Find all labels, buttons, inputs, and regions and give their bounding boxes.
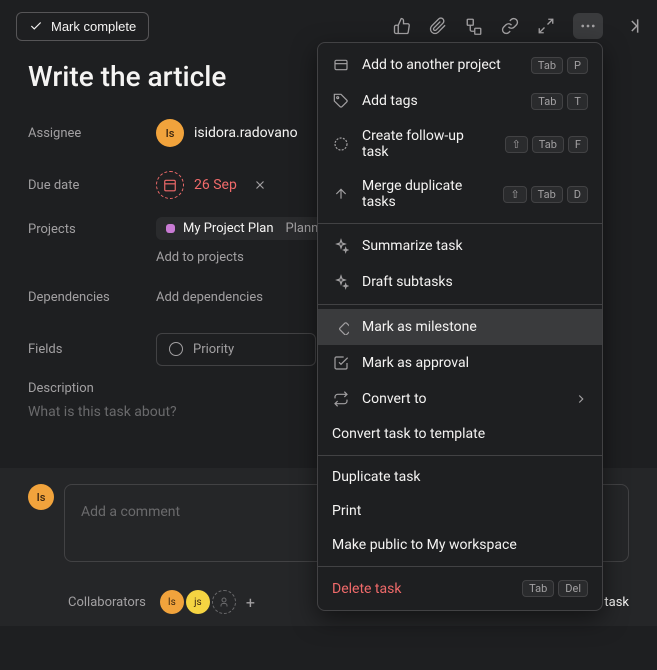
collaborator-avatar[interactable]: Is bbox=[160, 590, 184, 614]
assignee-name: isidora.radovano bbox=[194, 125, 298, 141]
fullscreen-icon[interactable] bbox=[537, 17, 555, 35]
menu-mark-approval[interactable]: Mark as approval bbox=[318, 345, 602, 381]
due-date-value[interactable]: 26 Sep bbox=[156, 171, 267, 199]
project-name: My Project Plan bbox=[183, 221, 274, 236]
dependencies-label: Dependencies bbox=[28, 290, 156, 305]
priority-label: Priority bbox=[193, 342, 234, 357]
add-collaborator-avatar[interactable] bbox=[212, 590, 236, 614]
comment-placeholder: Add a comment bbox=[81, 504, 180, 520]
calendar-icon bbox=[156, 171, 184, 199]
close-panel-icon[interactable] bbox=[621, 16, 641, 36]
project-icon bbox=[332, 56, 350, 74]
menu-summarize[interactable]: Summarize task bbox=[318, 228, 602, 264]
menu-merge-duplicate[interactable]: Merge duplicate tasks ⇧ Tab D bbox=[318, 169, 602, 219]
due-date-text: 26 Sep bbox=[194, 177, 237, 193]
commenter-avatar: Is bbox=[28, 484, 54, 510]
assignee-value[interactable]: Is isidora.radovano bbox=[156, 119, 298, 147]
fields-label: Fields bbox=[28, 342, 156, 357]
menu-add-tags[interactable]: Add tags Tab T bbox=[318, 83, 602, 119]
more-icon[interactable] bbox=[573, 13, 603, 39]
check-icon bbox=[29, 19, 43, 33]
due-date-label: Due date bbox=[28, 178, 156, 193]
add-to-projects-button[interactable]: Add to projects bbox=[156, 250, 328, 265]
like-icon[interactable] bbox=[393, 17, 411, 35]
menu-duplicate[interactable]: Duplicate task bbox=[318, 460, 602, 494]
sparkle-icon bbox=[332, 273, 350, 291]
menu-draft-subtasks[interactable]: Draft subtasks bbox=[318, 264, 602, 300]
tag-icon bbox=[332, 92, 350, 110]
menu-mark-milestone[interactable]: Mark as milestone bbox=[318, 309, 602, 345]
assignee-label: Assignee bbox=[28, 126, 156, 141]
projects-label: Projects bbox=[28, 217, 156, 237]
menu-add-to-project[interactable]: Add to another project Tab P bbox=[318, 47, 602, 83]
followup-icon bbox=[332, 135, 350, 153]
milestone-icon bbox=[332, 318, 350, 336]
sparkle-icon bbox=[332, 237, 350, 255]
mark-complete-label: Mark complete bbox=[51, 19, 136, 34]
collaborators-label: Collaborators bbox=[68, 595, 146, 610]
priority-field[interactable]: Priority bbox=[156, 333, 316, 366]
menu-convert-template[interactable]: Convert task to template bbox=[318, 417, 602, 451]
approval-icon bbox=[332, 354, 350, 372]
collaborator-avatar[interactable]: js bbox=[186, 590, 210, 614]
menu-print[interactable]: Print bbox=[318, 494, 602, 528]
subtask-icon[interactable] bbox=[465, 17, 483, 35]
add-dependencies-button[interactable]: Add dependencies bbox=[156, 290, 263, 305]
priority-circle-icon bbox=[169, 342, 183, 356]
more-actions-menu: Add to another project Tab P Add tags Ta… bbox=[317, 42, 603, 611]
menu-create-followup[interactable]: Create follow-up task ⇧ Tab F bbox=[318, 119, 602, 169]
project-color-dot bbox=[166, 224, 175, 233]
assignee-avatar: Is bbox=[156, 119, 184, 147]
link-icon[interactable] bbox=[501, 17, 519, 35]
menu-convert-to[interactable]: Convert to bbox=[318, 381, 602, 417]
chevron-right-icon bbox=[574, 392, 588, 406]
convert-icon bbox=[332, 390, 350, 408]
add-collaborator-button[interactable]: + bbox=[246, 593, 255, 612]
mark-complete-button[interactable]: Mark complete bbox=[16, 12, 149, 41]
merge-icon bbox=[332, 185, 350, 203]
menu-divider bbox=[318, 566, 602, 567]
menu-divider bbox=[318, 304, 602, 305]
project-pill[interactable]: My Project Plan Plann bbox=[156, 217, 328, 240]
menu-make-public[interactable]: Make public to My workspace bbox=[318, 528, 602, 562]
attachment-icon[interactable] bbox=[429, 17, 447, 35]
project-section: Plann bbox=[286, 221, 319, 236]
clear-date-icon[interactable] bbox=[253, 178, 267, 192]
menu-delete[interactable]: Delete task Tab Del bbox=[318, 571, 602, 606]
menu-divider bbox=[318, 223, 602, 224]
menu-divider bbox=[318, 455, 602, 456]
